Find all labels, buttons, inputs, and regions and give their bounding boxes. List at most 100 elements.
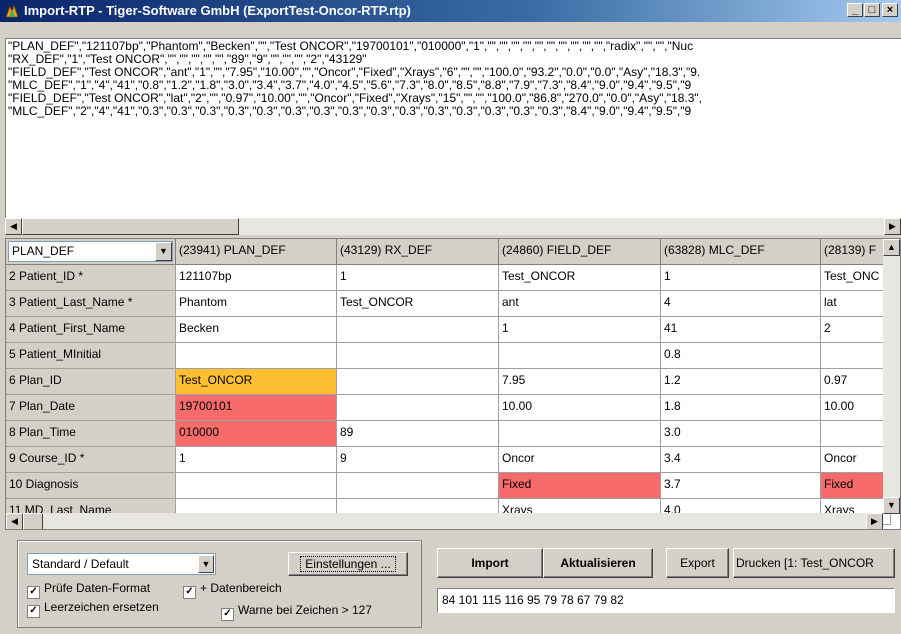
record-type-select[interactable]: PLAN_DEF ▼ [8, 241, 173, 262]
table-row: 4 Patient_First_Name Becken 1 41 2 [6, 317, 900, 343]
table-cell[interactable]: 0.8 [661, 343, 821, 369]
scroll-thumb[interactable] [22, 218, 239, 235]
table-cell[interactable]: 010000 [176, 421, 337, 447]
table-cell[interactable]: 4 [661, 291, 821, 317]
minimize-button[interactable]: _ [847, 3, 863, 17]
table-cell[interactable]: 3.0 [661, 421, 821, 447]
refresh-button[interactable]: Aktualisieren [543, 548, 653, 578]
row-header[interactable]: 3 Patient_Last_Name * [6, 291, 176, 317]
table-cell[interactable]: 2 [821, 317, 891, 343]
grid-scroll-right-icon[interactable]: ▶ [866, 513, 883, 529]
table-cell[interactable] [176, 473, 337, 499]
data-grid[interactable]: PLAN_DEF ▼ (23941) PLAN_DEF (43129) RX_DE… [5, 238, 901, 530]
table-cell[interactable]: Test_ONCOR [176, 369, 337, 395]
checkmark-icon: ✓ [27, 586, 40, 599]
table-cell[interactable]: Fixed [821, 473, 891, 499]
table-cell[interactable]: Oncor [821, 447, 891, 473]
table-cell[interactable] [337, 369, 499, 395]
table-cell[interactable]: 7.95 [499, 369, 661, 395]
char-code-output[interactable]: 84 101 115 116 95 79 78 67 79 82 [437, 588, 895, 613]
table-cell[interactable]: 3.4 [661, 447, 821, 473]
chevron-down-icon[interactable]: ▼ [198, 555, 214, 573]
grid-horizontal-scrollbar[interactable]: ◀ ▶ [6, 513, 883, 529]
row-header[interactable]: 2 Patient_ID * [6, 265, 176, 291]
table-cell[interactable]: 121107bp [176, 265, 337, 291]
grid-header-row: PLAN_DEF ▼ (23941) PLAN_DEF (43129) RX_DE… [6, 239, 900, 265]
table-cell[interactable] [337, 343, 499, 369]
table-cell[interactable]: 1 [337, 265, 499, 291]
data-range-checkbox[interactable]: ✓ + Datenbereich [183, 581, 282, 599]
table-cell[interactable] [337, 395, 499, 421]
table-cell[interactable]: 10.00 [499, 395, 661, 421]
main-window: Import-RTP - Tiger-Software GmbH (Export… [0, 0, 901, 634]
row-header[interactable]: 10 Diagnosis [6, 473, 176, 499]
warn-checkbox[interactable]: ✓ Warne bei Zeichen > 127 [221, 603, 372, 621]
row-header[interactable]: 4 Patient_First_Name [6, 317, 176, 343]
scroll-up-icon[interactable]: ▲ [883, 239, 900, 256]
scroll-left-icon[interactable]: ◀ [5, 218, 22, 235]
table-cell[interactable] [337, 473, 499, 499]
table-cell[interactable] [176, 343, 337, 369]
table-cell[interactable] [821, 343, 891, 369]
table-cell[interactable]: Fixed [499, 473, 661, 499]
table-cell[interactable] [821, 421, 891, 447]
table-cell[interactable]: 10.00 [821, 395, 891, 421]
profile-select[interactable]: Standard / Default ▼ [27, 553, 216, 575]
table-cell[interactable]: Test_ONCOR [337, 291, 499, 317]
scroll-down-icon[interactable]: ▼ [883, 497, 900, 514]
raw-rtp-text[interactable]: "PLAN_DEF","121107bp","Phantom","Becken"… [5, 38, 901, 235]
column-header[interactable]: (23941) PLAN_DEF [176, 239, 337, 265]
settings-button[interactable]: Einstellungen ... [288, 552, 408, 576]
record-type-selector-cell[interactable]: PLAN_DEF ▼ [6, 239, 176, 265]
column-header[interactable]: (28139) F [821, 239, 891, 265]
table-cell[interactable]: lat [821, 291, 891, 317]
table-cell[interactable] [499, 343, 661, 369]
row-header[interactable]: 5 Patient_MInitial [6, 343, 176, 369]
grid-scroll-thumb[interactable] [23, 513, 43, 529]
table-row: 9 Course_ID * 1 9 Oncor 3.4 Oncor [6, 447, 900, 473]
chevron-down-icon[interactable]: ▼ [155, 242, 172, 261]
column-header[interactable]: (43129) RX_DEF [337, 239, 499, 265]
table-cell[interactable]: 1.8 [661, 395, 821, 421]
column-header[interactable]: (63828) MLC_DEF [661, 239, 821, 265]
table-cell[interactable]: ant [499, 291, 661, 317]
print-button[interactable]: Drucken [1: Test_ONCOR [733, 548, 895, 578]
row-header[interactable]: 8 Plan_Time [6, 421, 176, 447]
column-header[interactable]: (24860) FIELD_DEF [499, 239, 661, 265]
replace-spaces-checkbox[interactable]: ✓ Leerzeichen ersetzen [27, 600, 159, 618]
scroll-right-icon[interactable]: ▶ [884, 218, 901, 235]
table-cell[interactable]: 19700101 [176, 395, 337, 421]
check-format-checkbox[interactable]: ✓ Prüfe Daten-Format [27, 581, 151, 599]
table-cell[interactable]: Oncor [499, 447, 661, 473]
table-cell[interactable]: 0.97 [821, 369, 891, 395]
table-row: 5 Patient_MInitial 0.8 [6, 343, 900, 369]
table-cell[interactable]: Phantom [176, 291, 337, 317]
export-button[interactable]: Export [666, 548, 729, 578]
table-cell[interactable]: 1 [499, 317, 661, 343]
table-cell[interactable]: Test_ONC [821, 265, 891, 291]
table-cell[interactable]: 1.2 [661, 369, 821, 395]
table-cell[interactable]: 9 [337, 447, 499, 473]
raw-text-scrollbar[interactable]: ◀ ▶ [5, 218, 901, 235]
table-cell[interactable]: Becken [176, 317, 337, 343]
row-header[interactable]: 7 Plan_Date [6, 395, 176, 421]
grid-scroll-left-icon[interactable]: ◀ [6, 513, 23, 529]
row-header[interactable]: 9 Course_ID * [6, 447, 176, 473]
import-button[interactable]: Import [437, 548, 543, 578]
raw-text-line: "MLC_DEF","2","4","41","0.3","0.3","0.3"… [8, 104, 692, 118]
title-bar[interactable]: Import-RTP - Tiger-Software GmbH (Export… [0, 0, 901, 22]
app-icon [5, 3, 19, 18]
table-cell[interactable]: 89 [337, 421, 499, 447]
check-format-label: Prüfe Daten-Format [44, 581, 151, 595]
table-cell[interactable]: 3.7 [661, 473, 821, 499]
table-cell[interactable]: 1 [661, 265, 821, 291]
table-cell[interactable]: Test_ONCOR [499, 265, 661, 291]
grid-vertical-scrollbar[interactable]: ▲ ▼ [883, 239, 900, 514]
table-cell[interactable] [499, 421, 661, 447]
row-header[interactable]: 6 Plan_ID [6, 369, 176, 395]
maximize-button[interactable]: □ [864, 3, 880, 17]
table-cell[interactable] [337, 317, 499, 343]
close-button[interactable]: × [882, 3, 898, 17]
table-cell[interactable]: 41 [661, 317, 821, 343]
table-cell[interactable]: 1 [176, 447, 337, 473]
